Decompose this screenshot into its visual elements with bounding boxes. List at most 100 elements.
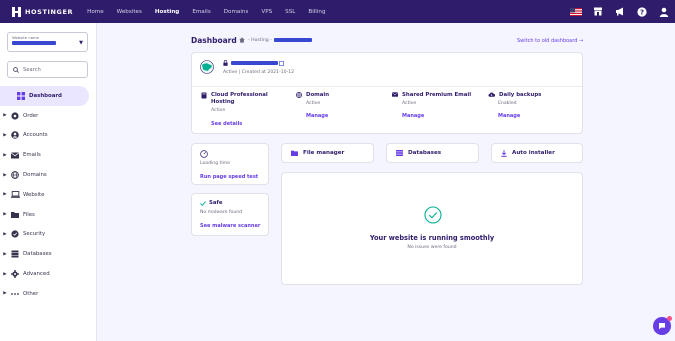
- globe-icon: [10, 170, 20, 180]
- auto-installer-label: Auto installer: [512, 150, 555, 156]
- search-placeholder: Search: [23, 66, 41, 73]
- auto-installer-button[interactable]: Auto installer: [491, 143, 583, 163]
- checkmark-icon: [200, 200, 206, 206]
- plan-status: Active: [211, 108, 226, 113]
- sidebar-item-files[interactable]: ▶ Files: [0, 205, 97, 225]
- sidebar-menu: ▶ Dashboard ▶ Order ▶ Accounts ▶ Emails …: [0, 86, 97, 304]
- database-icon: [10, 249, 20, 259]
- databases-button[interactable]: Databases: [386, 143, 479, 163]
- expand-arrow-icon: ▶: [3, 251, 7, 257]
- expand-arrow-icon: ▶: [3, 113, 7, 119]
- email-icon: [392, 92, 398, 97]
- external-link-icon[interactable]: [279, 60, 284, 66]
- breadcrumb: - Hosting -: [239, 37, 312, 43]
- expand-arrow-icon: ▶: [3, 172, 7, 178]
- file-manager-label: File manager: [303, 150, 345, 156]
- malware-status: No malware found: [200, 210, 243, 215]
- site-status: Active | Created at 2021-10-12: [223, 70, 295, 75]
- megaphone-icon[interactable]: [609, 0, 631, 23]
- notification-badge: [667, 316, 672, 321]
- download-icon: [501, 149, 507, 157]
- page-title: Dashboard: [191, 36, 237, 45]
- page-speed-card: Loading time Run page speed test: [191, 143, 269, 185]
- website-select-label: Website name: [12, 35, 40, 40]
- home-icon[interactable]: [239, 37, 245, 43]
- sidebar-item-other[interactable]: ▶ Other: [0, 284, 97, 304]
- website-globe-icon: [200, 60, 214, 74]
- top-icons: ?: [565, 0, 675, 23]
- switch-old-dashboard-link[interactable]: Switch to old dashboard →: [517, 38, 583, 44]
- sidebar-item-accounts[interactable]: ▶ Accounts: [0, 126, 97, 146]
- sidebar-item-databases[interactable]: ▶ Databases: [0, 244, 97, 264]
- folder-icon: [291, 150, 298, 156]
- backups-status: Enabled: [498, 101, 517, 106]
- speedometer-icon: [200, 150, 208, 158]
- chat-icon: [659, 323, 665, 330]
- domain-manage-link[interactable]: Manage: [306, 113, 328, 119]
- plan-section: Cloud Professional Hosting Active See de…: [201, 92, 281, 127]
- nav-ssl[interactable]: SSL: [285, 9, 295, 15]
- breadcrumb-hosting[interactable]: - Hosting -: [248, 38, 272, 43]
- help-icon[interactable]: ?: [631, 0, 653, 23]
- sidebar-item-emails[interactable]: ▶ Emails: [0, 145, 97, 165]
- website-select[interactable]: Website name ▼: [7, 32, 88, 52]
- sidebar-item-advanced[interactable]: ▶ Advanced: [0, 264, 97, 284]
- safe-title: Safe: [209, 200, 223, 206]
- expand-arrow-icon: ▶: [3, 231, 7, 237]
- security-icon: [10, 229, 20, 239]
- backups-manage-link[interactable]: Manage: [498, 113, 520, 119]
- backups-section: Daily backups Enabled Manage: [488, 92, 578, 119]
- folder-icon: [10, 210, 20, 220]
- malware-scanner-link[interactable]: See malware scanner: [200, 223, 260, 229]
- laptop-icon: [10, 190, 20, 200]
- globe-icon: [296, 92, 302, 98]
- email-icon: [10, 150, 20, 160]
- breadcrumb-site-redacted[interactable]: [273, 38, 312, 42]
- plan-icon: [201, 92, 207, 99]
- site-name-redacted: [231, 61, 278, 65]
- chevron-down-icon: ▼: [79, 40, 83, 46]
- cloud-backup-icon: [488, 92, 495, 97]
- run-speed-test-link[interactable]: Run page speed test: [200, 174, 258, 180]
- us-flag-icon[interactable]: [565, 0, 587, 23]
- email-status: Active: [402, 101, 417, 106]
- search-icon: [13, 66, 19, 73]
- sidebar-item-security[interactable]: ▶ Security: [0, 225, 97, 245]
- search-input[interactable]: Search: [7, 61, 88, 78]
- nav-domains[interactable]: Domains: [224, 9, 249, 15]
- loading-time-label: Loading time: [200, 161, 230, 166]
- file-manager-button[interactable]: File manager: [281, 143, 374, 163]
- nav-emails[interactable]: Emails: [192, 9, 210, 15]
- nav-vps[interactable]: VPS: [261, 9, 272, 15]
- nav-websites[interactable]: Websites: [117, 9, 142, 15]
- account-icon: [10, 130, 20, 140]
- expand-arrow-icon: ▶: [3, 271, 7, 277]
- sidebar-item-order[interactable]: ▶ Order: [0, 106, 97, 126]
- email-manage-link[interactable]: Manage: [402, 113, 424, 119]
- sidebar-item-website[interactable]: ▶ Website: [0, 185, 97, 205]
- dashboard-icon: [16, 91, 26, 101]
- backups-title: Daily backups: [499, 92, 542, 98]
- expand-arrow-icon: ▶: [3, 132, 7, 138]
- see-details-link[interactable]: See details: [211, 121, 242, 127]
- chat-button[interactable]: [653, 316, 672, 335]
- health-title: Your website is running smoothly: [369, 234, 495, 242]
- nav-billing[interactable]: Billing: [308, 9, 325, 15]
- success-check-icon: [424, 206, 442, 224]
- site-name: [223, 60, 284, 66]
- databases-label: Databases: [408, 150, 442, 156]
- email-section: Shared Premium Email Active Manage: [392, 92, 482, 119]
- expand-arrow-icon: ▶: [3, 192, 7, 198]
- store-icon[interactable]: [587, 0, 609, 23]
- brand-logo[interactable]: HOSTINGER: [12, 6, 73, 17]
- user-icon[interactable]: [653, 0, 675, 23]
- sidebar-item-dashboard[interactable]: ▶ Dashboard: [0, 86, 89, 106]
- main-nav: Home Websites Hosting Emails Domains VPS…: [87, 9, 338, 15]
- nav-hosting[interactable]: Hosting: [155, 9, 179, 15]
- svg-text:?: ?: [640, 8, 644, 16]
- expand-arrow-icon: ▶: [3, 291, 7, 297]
- website-health-card: Your website is running smoothly No issu…: [281, 172, 583, 285]
- nav-home[interactable]: Home: [87, 9, 104, 15]
- order-icon: [10, 111, 20, 121]
- sidebar-item-domains[interactable]: ▶ Domains: [0, 165, 97, 185]
